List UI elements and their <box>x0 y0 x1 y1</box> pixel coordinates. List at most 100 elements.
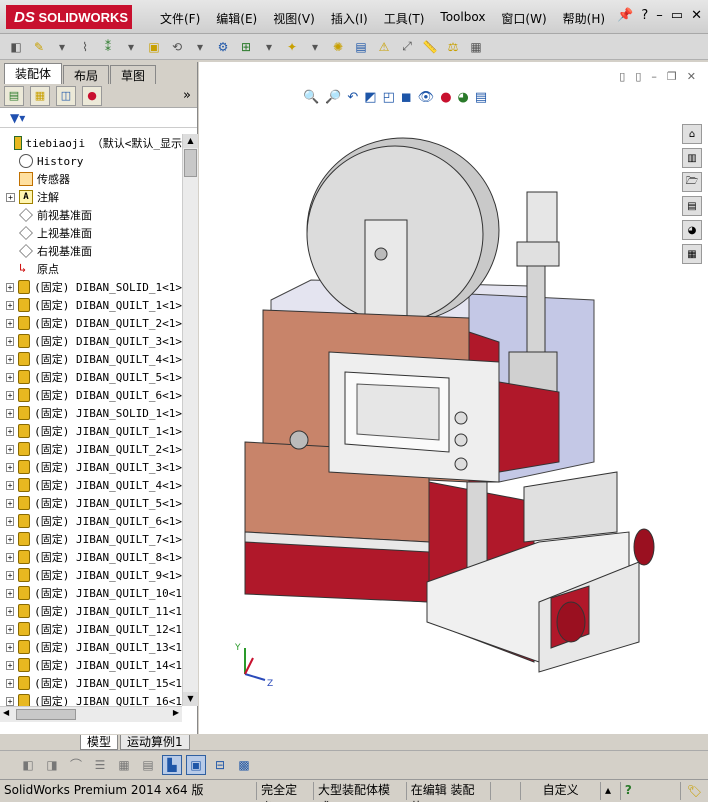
tree-vertical-scrollbar[interactable]: ▲ ▼ <box>182 134 198 706</box>
open-file-icon[interactable]: ✎ <box>29 37 49 57</box>
appearances-icon[interactable]: ◕ <box>682 220 702 240</box>
unit-dropdown-icon[interactable]: ▴ <box>601 782 621 800</box>
menu-file[interactable]: 文件(F) <box>152 10 208 27</box>
motion-icon[interactable]: ⤢ <box>397 37 417 57</box>
restore-button[interactable]: ▭ <box>671 8 683 23</box>
property-manager-icon[interactable]: ▦ <box>30 85 50 106</box>
shaded-icon[interactable]: ◧ <box>18 755 38 775</box>
tree-item[interactable]: + (固定) JIBAN_QUILT_9<1> <box>0 566 182 584</box>
dropdown-icon[interactable]: ▾ <box>259 37 279 57</box>
dropdown-icon[interactable]: ▾ <box>121 37 141 57</box>
pin-icon[interactable]: 📌 <box>617 8 633 23</box>
menu-tools[interactable]: 工具(T) <box>376 10 433 27</box>
explode-view-icon[interactable]: ✺ <box>328 37 348 57</box>
graphics-area[interactable]: ▯ ▯ – ❐ ✕ 🔍 🔎 ↶ ◩ ◰ ◼ 👁 ● ◕ ▤ Y Z ⌂ ▥ 🗁 … <box>199 62 708 734</box>
table-icon[interactable]: ▤ <box>138 755 158 775</box>
expand-icon[interactable]: + <box>6 444 14 454</box>
tab-layout[interactable]: 布局 <box>63 65 110 84</box>
scroll-up-icon[interactable]: ▲ <box>183 134 198 148</box>
tree-item[interactable]: 右视基准面 <box>0 242 182 260</box>
expand-icon[interactable]: + <box>6 336 14 346</box>
expand-icon[interactable]: + <box>6 678 14 688</box>
expand-icon[interactable]: + <box>6 462 14 472</box>
tab-model[interactable]: 模型 <box>80 734 119 750</box>
tree-item[interactable]: + A 注解 <box>0 188 182 206</box>
fillet-icon[interactable]: ⌒ <box>66 755 86 775</box>
dropdown-icon[interactable]: ▾ <box>190 37 210 57</box>
tree-item[interactable]: + (固定) DIBAN_QUILT_3<1> <box>0 332 182 350</box>
expand-icon[interactable]: + <box>6 588 14 598</box>
attach-icon[interactable]: ⌇ <box>75 37 95 57</box>
expand-icon[interactable]: + <box>6 408 14 418</box>
expand-icon[interactable]: + <box>6 660 14 670</box>
tree-item[interactable]: + (固定) JIBAN_QUILT_5<1> <box>0 494 182 512</box>
expand-icon[interactable]: + <box>6 372 14 382</box>
close-button[interactable]: ✕ <box>691 8 702 23</box>
feature-manager-icon[interactable]: ▤ <box>4 85 24 106</box>
mate-icon[interactable]: ⁑ <box>98 37 118 57</box>
split-icon[interactable]: ⊟ <box>210 755 230 775</box>
configuration-manager-icon[interactable]: ◫ <box>56 85 76 106</box>
tree-item[interactable]: 上视基准面 <box>0 224 182 242</box>
menu-insert[interactable]: 插入(I) <box>323 10 376 27</box>
new-document-icon[interactable]: ◧ <box>6 37 26 57</box>
menu-view[interactable]: 视图(V) <box>265 10 323 27</box>
assembly-feature-icon[interactable]: ⊞ <box>236 37 256 57</box>
expand-icon[interactable]: + <box>6 318 14 328</box>
hscroll-thumb[interactable] <box>16 709 76 720</box>
tree-item[interactable]: + (固定) JIBAN_QUILT_15<1 <box>0 674 182 692</box>
expand-icon[interactable]: + <box>6 354 14 364</box>
tab-assembly[interactable]: 装配体 <box>4 63 63 84</box>
menu-window[interactable]: 窗口(W) <box>493 10 554 27</box>
smart-fastener-icon[interactable]: ⚙ <box>213 37 233 57</box>
status-units[interactable]: 自定义 <box>521 782 601 800</box>
dropdown-icon[interactable]: ▾ <box>305 37 325 57</box>
rebuild-icon[interactable]: ▦ <box>466 37 486 57</box>
minimize-button[interactable]: – <box>656 8 663 23</box>
tree-item[interactable]: + (固定) JIBAN_QUILT_16<1 <box>0 692 182 706</box>
tree-item[interactable]: + (固定) JIBAN_QUILT_2<1> <box>0 440 182 458</box>
tree-item[interactable]: 传感器 <box>0 170 182 188</box>
display-manager-icon[interactable]: ● <box>82 85 102 106</box>
interference-icon[interactable]: ⚠ <box>374 37 394 57</box>
bom-icon[interactable]: ▤ <box>351 37 371 57</box>
grid-icon[interactable]: ▦ <box>114 755 134 775</box>
measure-icon[interactable]: 📏 <box>420 37 440 57</box>
menu-toolbox[interactable]: Toolbox <box>432 10 493 27</box>
tree-item[interactable]: + (固定) JIBAN_QUILT_6<1> <box>0 512 182 530</box>
tree-filter[interactable]: ▼▾ <box>0 108 197 128</box>
tree-item[interactable]: ↳ 原点 <box>0 260 182 278</box>
tag-icon[interactable]: 🏷 <box>681 784 708 798</box>
expand-icon[interactable]: + <box>6 282 14 292</box>
tree-item[interactable]: + (固定) JIBAN_QUILT_3<1> <box>0 458 182 476</box>
expand-icon[interactable]: + <box>6 498 14 508</box>
expand-icon[interactable]: + <box>6 606 14 616</box>
solidworks-logo[interactable]: DS SOLIDWORKS <box>6 5 132 29</box>
scroll-left-icon[interactable]: ◀ <box>3 708 9 717</box>
scroll-right-icon[interactable]: ▶ <box>173 708 179 717</box>
expand-icon[interactable]: + <box>6 624 14 634</box>
insert-component-icon[interactable]: ▣ <box>144 37 164 57</box>
tree-item[interactable]: + (固定) JIBAN_QUILT_7<1> <box>0 530 182 548</box>
tree-item[interactable]: + (固定) DIBAN_QUILT_4<1> <box>0 350 182 368</box>
expand-icon[interactable]: + <box>6 570 14 580</box>
model-3d-view[interactable]: Y Z <box>199 62 708 734</box>
tree-item[interactable]: 前视基准面 <box>0 206 182 224</box>
view-palette-icon[interactable]: ▤ <box>682 196 702 216</box>
scroll-down-icon[interactable]: ▼ <box>183 692 198 706</box>
expand-icon[interactable]: + <box>6 300 14 310</box>
tree-item[interactable]: + (固定) JIBAN_QUILT_11<1 <box>0 602 182 620</box>
tab-sketch[interactable]: 草图 <box>110 65 157 84</box>
mass-properties-icon[interactable]: ⚖ <box>443 37 463 57</box>
tree-item[interactable]: + (固定) DIBAN_QUILT_2<1> <box>0 314 182 332</box>
tree-item[interactable]: + (固定) JIBAN_QUILT_4<1> <box>0 476 182 494</box>
tree-item[interactable]: + (固定) JIBAN_QUILT_8<1> <box>0 548 182 566</box>
expand-icon[interactable]: + <box>6 426 14 436</box>
tree-item[interactable]: + (固定) JIBAN_QUILT_14<1 <box>0 656 182 674</box>
scroll-thumb[interactable] <box>184 149 197 177</box>
tree-item[interactable]: + (固定) JIBAN_QUILT_13<1 <box>0 638 182 656</box>
expand-icon[interactable]: + <box>6 516 14 526</box>
status-help-icon[interactable]: ? <box>621 782 681 800</box>
expand-icon[interactable]: + <box>6 390 14 400</box>
filter-icon[interactable]: ▼▾ <box>10 111 25 125</box>
